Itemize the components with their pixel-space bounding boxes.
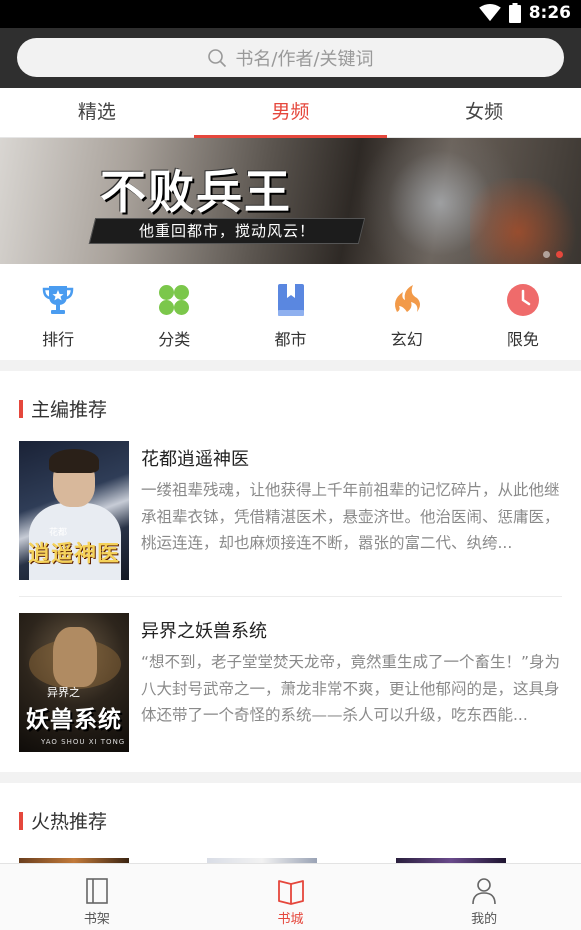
banner-pager	[543, 251, 563, 258]
cover-title-art: 妖兽系统	[26, 706, 122, 733]
cover-pinyin: YAO SHOU XI TONG	[41, 738, 126, 746]
shortcut-label: 限免	[506, 330, 539, 349]
section-accent-bar	[19, 399, 23, 418]
banner-fire-art	[470, 178, 581, 264]
search-input[interactable]: 书名/作者/关键词	[17, 38, 564, 77]
shortcut-label: 排行	[42, 330, 75, 349]
battery-icon	[508, 3, 521, 23]
editor-picks-header: 主编推荐	[19, 395, 107, 422]
book-item[interactable]: 异界之 妖兽系统 YAO SHOU XI TONG 异界之妖兽系统 “想不到，老…	[19, 613, 562, 753]
cover-figure	[53, 627, 97, 687]
bookshelf-icon	[86, 878, 108, 904]
banner-title: 不败兵王	[100, 165, 292, 219]
book-description: 一缕祖辈残魂，让他获得上千年前祖辈的记忆碎片，从此他继承祖辈衣钵，凭借精湛医术，…	[141, 481, 560, 552]
bookstore-icon	[277, 880, 304, 905]
tab-featured[interactable]: 精选	[0, 88, 194, 137]
banner-slogan-text: 他重回都市，搅动风云！	[138, 222, 315, 240]
nav-label: 我的	[471, 912, 498, 927]
shortcut-ranking[interactable]: 排行	[0, 264, 116, 360]
book-icon	[277, 284, 304, 316]
list-divider	[19, 596, 562, 597]
search-icon	[208, 48, 227, 67]
cover-title-art: 逍遥神医	[27, 541, 120, 567]
status-bar: 8:26	[0, 0, 581, 28]
book-description: “想不到，老子堂堂焚天龙帝，竟然重生成了一个畜生！”身为八大封号武帝之一，萧龙非…	[141, 653, 561, 724]
status-icons: 8:26	[478, 3, 571, 23]
status-time: 8:26	[528, 3, 571, 23]
nav-bookshelf[interactable]: 书架	[0, 864, 194, 930]
shortcut-fantasy[interactable]: 玄幻	[349, 264, 465, 360]
shortcut-urban[interactable]: 都市	[232, 264, 348, 360]
tab-male[interactable]: 男频	[193, 88, 388, 138]
book-cover[interactable]: 花都 逍遥神医	[19, 441, 129, 580]
search-bar: 书名/作者/关键词	[0, 28, 581, 88]
section-title: 主编推荐	[31, 399, 108, 421]
nav-label: 书城	[277, 912, 304, 927]
cover-subtext: 异界之	[47, 686, 80, 699]
clock-icon	[506, 284, 539, 316]
category-shortcuts: 排行 分类 都市 玄幻 限免	[0, 264, 581, 360]
book-cover[interactable]: 异界之 妖兽系统 YAO SHOU XI TONG	[19, 613, 129, 752]
section-accent-bar	[19, 811, 23, 830]
shortcut-free[interactable]: 限免	[465, 264, 581, 360]
channel-tabs: 精选 男频 女频	[0, 88, 581, 138]
section-divider	[0, 360, 581, 371]
clover-icon	[159, 285, 190, 315]
search-placeholder: 书名/作者/关键词	[235, 48, 374, 70]
banner-dot[interactable]	[543, 251, 550, 258]
shortcut-label: 都市	[274, 330, 307, 349]
flame-icon	[394, 285, 420, 312]
shortcut-label: 玄幻	[390, 330, 423, 349]
nav-profile[interactable]: 我的	[387, 864, 581, 930]
nav-bookstore[interactable]: 书城	[194, 864, 388, 930]
hot-picks-header: 火热推荐	[19, 807, 107, 834]
promo-banner[interactable]: 不败兵王 他重回都市，搅动风云！	[0, 138, 581, 264]
book-title[interactable]: 花都逍遥神医	[141, 445, 249, 471]
cover-figure	[49, 449, 99, 473]
profile-icon	[472, 878, 496, 905]
section-divider	[0, 772, 581, 783]
shortcut-category[interactable]: 分类	[116, 264, 232, 360]
tab-female[interactable]: 女频	[387, 88, 581, 137]
banner-dot-active[interactable]	[556, 251, 563, 258]
shortcut-label: 分类	[158, 330, 191, 349]
book-item[interactable]: 花都 逍遥神医 花都逍遥神医 一缕祖辈残魂，让他获得上千年前祖辈的记忆碎片，从此…	[19, 441, 562, 581]
bottom-navigation: 书架 书城 我的	[0, 863, 581, 930]
nav-label: 书架	[83, 912, 110, 927]
wifi-icon	[478, 4, 501, 22]
trophy-icon	[42, 286, 74, 314]
section-title: 火热推荐	[31, 811, 108, 833]
banner-slogan: 他重回都市，搅动风云！	[88, 218, 366, 244]
book-title[interactable]: 异界之妖兽系统	[141, 617, 267, 643]
